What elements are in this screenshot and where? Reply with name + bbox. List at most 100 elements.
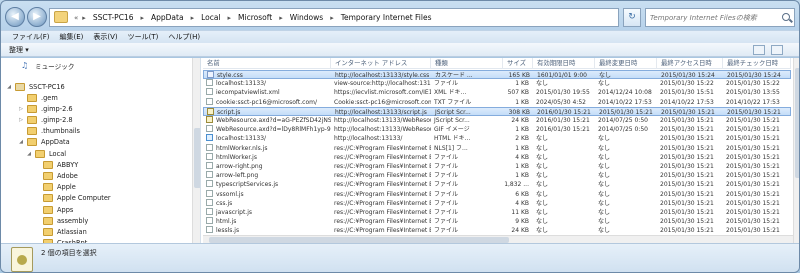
breadcrumb-separator-icon[interactable]: ▸ bbox=[277, 14, 285, 22]
nav-item-label: .gimp-2.6 bbox=[41, 104, 73, 113]
nav-item[interactable]: assembly bbox=[33, 215, 88, 226]
forward-button[interactable]: ▶ bbox=[27, 7, 47, 27]
horizontal-scrollbar[interactable] bbox=[203, 235, 793, 243]
nav-scroll-thumb[interactable] bbox=[194, 128, 200, 188]
column-header-cell[interactable]: 最終変更日時 bbox=[595, 58, 657, 69]
file-cell-modified: なし bbox=[598, 227, 611, 235]
expand-arrow-icon[interactable]: ▷ bbox=[17, 106, 25, 112]
file-name: lessls.js bbox=[216, 227, 240, 235]
file-cell-accessed: 2015/01/30 15:21 bbox=[660, 218, 714, 226]
folder-icon bbox=[43, 216, 53, 225]
nav-item[interactable]: Apps bbox=[33, 204, 73, 215]
breadcrumb-overflow-icon[interactable]: « bbox=[72, 14, 80, 22]
file-row[interactable]: lessls.js res://C:¥Program Files¥Internet… bbox=[203, 226, 791, 235]
menu-item[interactable]: 編集(E) bbox=[55, 31, 89, 43]
expand-arrow-icon[interactable]: ▷ bbox=[17, 117, 25, 123]
breadcrumb-separator-icon[interactable]: ▸ bbox=[80, 14, 88, 22]
file-row[interactable]: localhost:13133/http://localhost:13133/H… bbox=[203, 134, 791, 143]
file-name: localhost:13133/ bbox=[216, 80, 267, 88]
nav-item[interactable]: ◢ SSCT-PC16 bbox=[5, 81, 65, 92]
file-row[interactable]: html.js res://C:¥Program Files¥Internet E… bbox=[203, 217, 791, 226]
view-options-button[interactable] bbox=[753, 45, 765, 55]
file-cell-expires: 2016/01/30 15:21 bbox=[536, 117, 590, 124]
nav-item[interactable]: .gem bbox=[17, 92, 58, 103]
file-row[interactable]: WebResource.axd?d=lDy8RlMFh1yp-9... http:… bbox=[203, 125, 791, 134]
file-cell-name: css.js bbox=[203, 198, 331, 208]
organize-button[interactable]: 整理 ▾ bbox=[9, 43, 29, 57]
file-row[interactable]: script.js http://localhost:13133/script.j… bbox=[203, 106, 791, 116]
folder-icon bbox=[43, 205, 53, 214]
menu-item[interactable]: ファイル(F) bbox=[7, 31, 55, 43]
refresh-button[interactable]: ↻ bbox=[623, 8, 641, 27]
nav-item[interactable]: ◢ AppData bbox=[17, 137, 70, 148]
file-row[interactable]: htmlWorker.js res://C:¥Program Files¥Inte… bbox=[203, 152, 791, 162]
breadcrumb-item[interactable]: Microsoft bbox=[233, 13, 277, 22]
menu-item[interactable]: ツール(T) bbox=[123, 31, 164, 43]
menu-item[interactable]: ヘルプ(H) bbox=[163, 31, 205, 43]
nav-item[interactable]: ◢ Local bbox=[25, 148, 66, 159]
file-row[interactable]: cookie:ssct-pc16@microsoft.com/Cookie:ss… bbox=[203, 97, 791, 107]
breadcrumb-separator-icon[interactable]: ▸ bbox=[189, 14, 197, 22]
nav-item[interactable]: Apple Computer bbox=[33, 193, 111, 204]
file-name: arrow-right.png bbox=[216, 163, 263, 170]
file-row[interactable]: localhost:13133/view-source:http://local… bbox=[203, 79, 791, 88]
nav-item[interactable]: ▷ .gimp-2.8 bbox=[17, 114, 73, 125]
search-icon[interactable] bbox=[782, 13, 790, 21]
nav-item[interactable]: ▷ .gimp-2.6 bbox=[17, 103, 73, 114]
search-input[interactable] bbox=[646, 9, 776, 26]
breadcrumb-separator-icon[interactable]: ▸ bbox=[328, 14, 336, 22]
file-row[interactable]: arrow-left.png res://C:¥Program Files¥Int… bbox=[203, 171, 791, 180]
address-bar[interactable]: «▸ SSCT-PC16 ▸ AppData ▸ Local ▸ Microsoft ▸ Wind… bbox=[49, 8, 658, 27]
file-scroll-thumb[interactable] bbox=[795, 68, 799, 178]
file-row[interactable]: WebResource.axd?d=aG-PEZfSD42jNS... http:… bbox=[203, 116, 791, 125]
file-row[interactable]: htmlWorker.nls.js res://C:¥Program Files¥… bbox=[203, 143, 791, 153]
file-cell-url: res://C:¥Program Files¥Internet Explorer… bbox=[334, 153, 431, 161]
preview-pane-button[interactable] bbox=[771, 45, 783, 55]
file-row[interactable]: style.css http://localhost:13133/style.cs… bbox=[203, 70, 791, 79]
file-icon bbox=[206, 162, 213, 169]
breadcrumb-item[interactable]: AppData bbox=[146, 13, 189, 22]
column-header-cell[interactable]: 最終アクセス日時 bbox=[657, 58, 723, 69]
nav-item[interactable]: Apple bbox=[33, 182, 76, 193]
file-row[interactable]: typescriptServices.js res://C:¥Program Fi… bbox=[203, 180, 791, 189]
file-cell-modified: なし bbox=[598, 153, 611, 161]
nav-item[interactable]: Adobe bbox=[33, 170, 78, 181]
breadcrumb-separator-icon[interactable]: ▸ bbox=[226, 14, 234, 22]
breadcrumb-item[interactable]: Temporary Internet Files bbox=[336, 13, 437, 22]
column-header-cell[interactable]: 名前 bbox=[203, 58, 331, 69]
expand-arrow-icon[interactable]: ◢ bbox=[17, 139, 25, 145]
file-cell-name: arrow-left.png bbox=[203, 171, 331, 180]
file-row[interactable]: iecompatviewlist.xml https://iecvlist.mic… bbox=[203, 88, 791, 97]
expand-arrow-icon[interactable]: ◢ bbox=[5, 84, 13, 90]
file-cell-accessed: 2015/01/30 15:22 bbox=[660, 80, 714, 88]
nav-item[interactable]: ABBYY bbox=[33, 159, 78, 170]
folder-icon bbox=[43, 194, 53, 203]
column-header-cell[interactable]: 有効期限日時 bbox=[533, 58, 595, 69]
nav-scrollbar[interactable] bbox=[192, 58, 200, 243]
column-header-cell[interactable]: インターネット アドレス bbox=[331, 58, 431, 69]
file-name: script.js bbox=[217, 108, 241, 116]
file-row[interactable]: arrow-right.png res://C:¥Program Files¥In… bbox=[203, 162, 791, 171]
file-cell-modified: なし bbox=[598, 163, 611, 170]
column-header-cell[interactable]: サイズ bbox=[503, 58, 533, 69]
file-row[interactable]: vssoml.js res://C:¥Program Files¥Internet… bbox=[203, 189, 791, 199]
breadcrumb-item[interactable]: Local bbox=[196, 13, 225, 22]
file-scrollbar[interactable] bbox=[793, 58, 799, 243]
file-icon bbox=[206, 217, 213, 225]
back-button[interactable]: ◀ bbox=[5, 7, 25, 27]
nav-item[interactable]: .thumbnails bbox=[17, 126, 80, 137]
breadcrumb-item[interactable]: Windows bbox=[285, 13, 328, 22]
menu-item[interactable]: 表示(V) bbox=[88, 31, 122, 43]
file-icon bbox=[206, 152, 213, 160]
column-header-cell[interactable]: 最終チェック日時 bbox=[723, 58, 791, 69]
file-name: style.css bbox=[217, 72, 243, 79]
column-header-cell[interactable]: 種類 bbox=[431, 58, 503, 69]
nav-item[interactable]: ♫ ミュージック bbox=[11, 60, 74, 71]
expand-arrow-icon[interactable]: ◢ bbox=[25, 151, 33, 157]
nav-item[interactable]: Atlassian bbox=[33, 226, 87, 237]
breadcrumb-separator-icon[interactable]: ▸ bbox=[138, 14, 146, 22]
file-row[interactable]: css.js res://C:¥Program Files¥Internet Ex… bbox=[203, 198, 791, 208]
breadcrumb-item[interactable]: SSCT-PC16 bbox=[88, 13, 139, 22]
file-row[interactable]: javascript.js res://C:¥Program Files¥Inte… bbox=[203, 208, 791, 217]
file-cell-type: ファイル bbox=[434, 199, 459, 207]
